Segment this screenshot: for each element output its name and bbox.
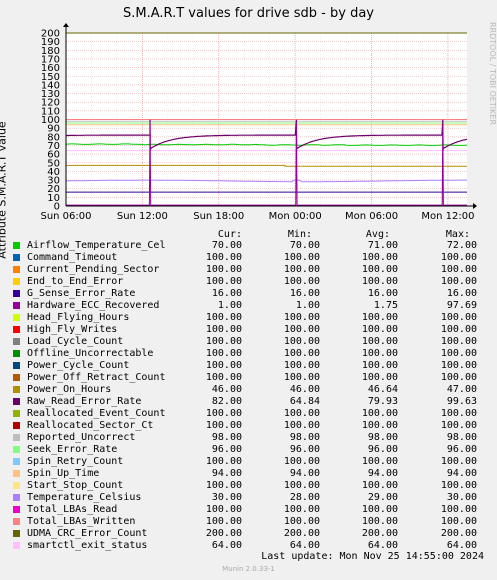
x-tick-label: Mon 00:00 xyxy=(269,211,322,222)
x-tick-label: Mon 06:00 xyxy=(345,211,398,222)
y-axis-arrow xyxy=(63,23,69,27)
x-tick-label: Sun 06:00 xyxy=(40,211,91,222)
x-tick-label: Sun 18:00 xyxy=(193,211,244,222)
munin-version: Munin 2.0.33-1 xyxy=(222,565,275,573)
last-update: Last update: Mon Nov 25 14:55:00 2024 xyxy=(261,551,484,562)
x-tick-label: Sun 12:00 xyxy=(117,211,168,222)
x-axis-arrow xyxy=(473,203,477,209)
y-tick-label: 200 xyxy=(41,29,60,40)
x-tick-label: Mon 12:00 xyxy=(421,211,474,222)
chart-plot: 0102030405060708090100110120130140150160… xyxy=(40,23,477,222)
